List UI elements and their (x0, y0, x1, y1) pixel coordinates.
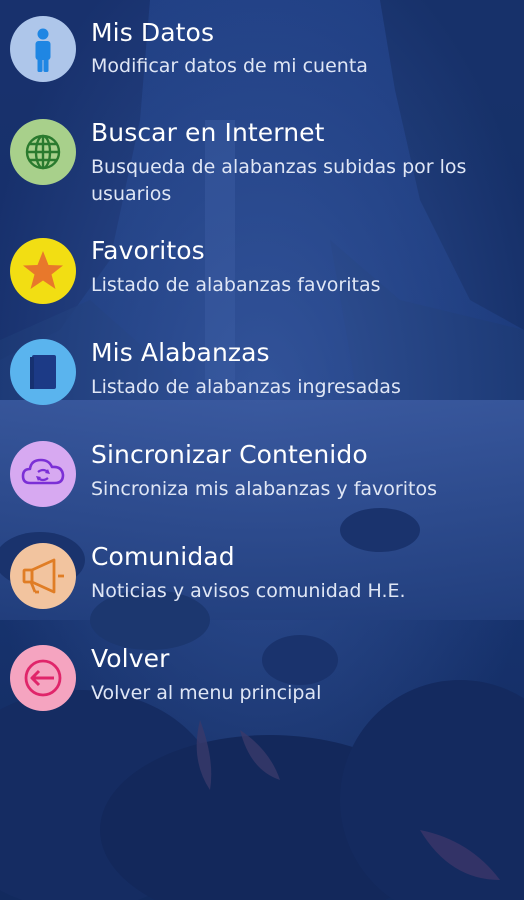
menu-item-favoritos[interactable]: Favoritos Listado de alabanzas favoritas (0, 228, 524, 324)
menu-item-subtitle: Noticias y avisos comunidad H.E. (91, 580, 406, 602)
menu-item-title: Comunidad (91, 542, 235, 571)
back-arrow-icon (10, 645, 76, 711)
menu-item-title: Favoritos (91, 236, 205, 265)
menu-item-title: Buscar en Internet (91, 118, 325, 147)
menu-item-volver[interactable]: Volver Volver al menu principal (0, 636, 524, 732)
menu-item-comunidad[interactable]: Comunidad Noticias y avisos comunidad H.… (0, 534, 524, 630)
menu-item-buscar-en-internet[interactable]: Buscar en Internet Busqueda de alabanzas… (0, 110, 524, 220)
menu-item-title: Mis Datos (91, 18, 215, 47)
star-icon (10, 238, 76, 304)
menu-item-subtitle: Listado de alabanzas favoritas (91, 274, 381, 296)
menu-item-subtitle: Volver al menu principal (91, 682, 322, 704)
cloud-sync-icon (10, 441, 76, 507)
book-icon (10, 339, 76, 405)
globe-icon (10, 119, 76, 185)
menu-item-subtitle: Sincroniza mis alabanzas y favoritos (91, 478, 437, 500)
person-icon (10, 16, 76, 82)
menu-item-sincronizar-contenido[interactable]: Sincronizar Contenido Sincroniza mis ala… (0, 432, 524, 528)
menu-item-mis-alabanzas[interactable]: Mis Alabanzas Listado de alabanzas ingre… (0, 330, 524, 426)
menu-item-title: Volver (91, 644, 170, 673)
menu-item-mis-datos[interactable]: Mis Datos Modificar datos de mi cuenta (0, 8, 524, 104)
menu-item-title: Mis Alabanzas (91, 338, 270, 367)
menu-item-subtitle: Listado de alabanzas ingresadas (91, 376, 401, 398)
menu-item-subtitle: Busqueda de alabanzas subidas por los us… (91, 156, 467, 205)
menu-item-subtitle: Modificar datos de mi cuenta (91, 55, 368, 77)
megaphone-icon (10, 543, 76, 609)
menu-item-title: Sincronizar Contenido (91, 440, 368, 469)
